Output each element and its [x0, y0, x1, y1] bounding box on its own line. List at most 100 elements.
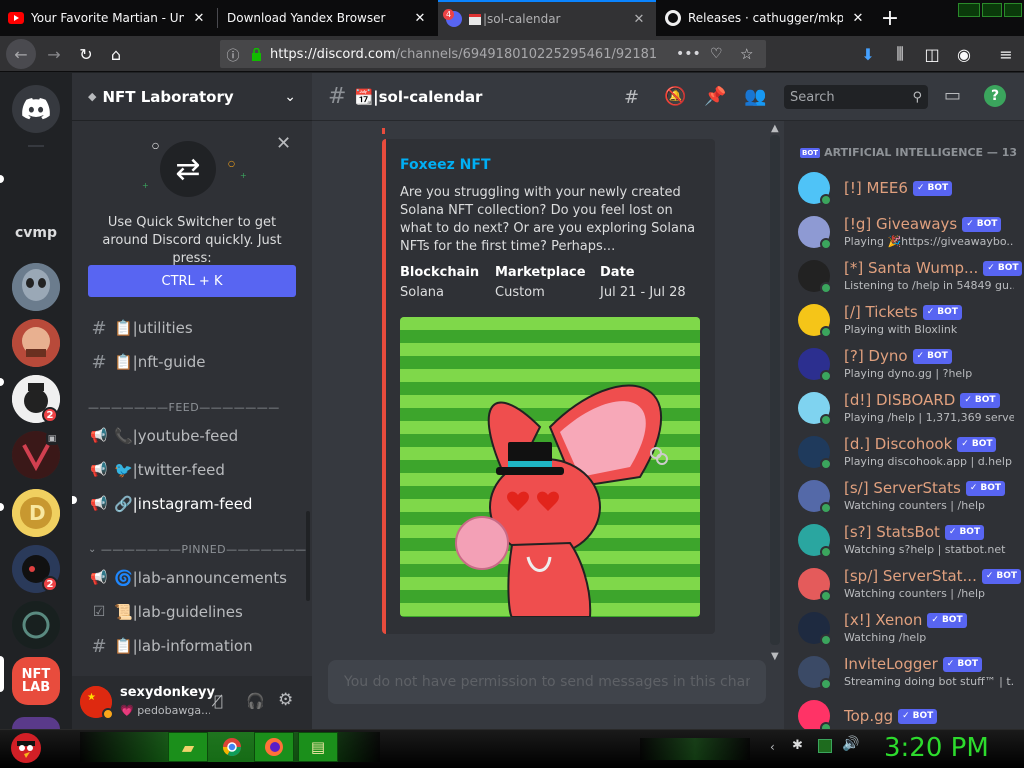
channel-label: 🌀|lab-announcements — [114, 569, 287, 587]
firefox-icon — [265, 738, 283, 756]
menu-icon[interactable]: ≡ — [992, 40, 1020, 68]
account-icon[interactable]: ◉ — [950, 40, 978, 68]
deafen-icon[interactable]: 🎧 — [246, 692, 265, 710]
threads-icon[interactable]: # — [624, 87, 639, 108]
channel-lab-guidelines[interactable]: ☑ 📜|lab-guidelines — [88, 598, 304, 626]
page-actions-icon[interactable]: ••• — [676, 46, 701, 62]
bot-badge-label: BOT — [976, 219, 998, 229]
taskbar-file-explorer[interactable]: ▰ — [168, 732, 208, 762]
server-header[interactable]: ◆ NFT Laboratory ⌄ — [72, 73, 312, 121]
guild-avatar-d[interactable]: D — [12, 489, 60, 537]
channel-lab-information[interactable]: # 📋|lab-information — [88, 632, 304, 660]
taskbar-firefox[interactable] — [254, 732, 294, 762]
channel-utilities[interactable]: # 📋|utilities — [88, 314, 304, 342]
close-icon[interactable]: ✕ — [411, 9, 429, 27]
close-icon[interactable]: ✕ — [849, 9, 867, 27]
taskbar-chrome[interactable] — [212, 732, 252, 762]
channel-twitter-feed[interactable]: 📢 🐦|twitter-feed — [88, 456, 304, 484]
volume-icon[interactable]: 🔊 — [842, 736, 859, 752]
channel-lab-announcements[interactable]: 📢 🌀|lab-announcements — [88, 564, 304, 592]
angry-bird-start-icon[interactable] — [8, 728, 44, 764]
browser-tab-discord[interactable]: 4 |sol-calendar ✕ — [438, 0, 656, 36]
pin-icon[interactable]: 📌 — [704, 86, 726, 107]
scroll-down-icon[interactable]: ▼ — [771, 652, 779, 662]
discord-home-icon[interactable] — [12, 85, 60, 133]
member-row[interactable]: [!g] Giveaways ✓ BOT Playing 🎉https://givea… — [798, 213, 1018, 257]
download-icon[interactable]: ⬇ — [854, 40, 882, 68]
member-row[interactable]: [sp/] ServerStat... ✓ BOT Watching counters… — [798, 565, 1022, 609]
library-icon[interactable]: ⫼ — [886, 40, 914, 68]
member-row[interactable]: [?] Dyno ✓ BOT Playing dyno.gg | ?help — [798, 345, 1018, 389]
back-arrow-icon[interactable]: ← — [6, 39, 36, 69]
mute-mic-icon[interactable]: 🎙̸ — [214, 692, 223, 710]
category-pinned[interactable]: ⌄ ———————PINNED——————— — [88, 540, 306, 558]
bookmark-star-icon[interactable]: ☆ — [740, 45, 753, 63]
member-name: [/] Tickets — [844, 303, 918, 321]
member-row[interactable]: [*] Santa Wump... ✓ BOT Listening to /help … — [798, 257, 1023, 301]
browser-tab-youtube[interactable]: Your Favorite Martian - Uno R ✕ — [0, 0, 216, 36]
network-icon[interactable] — [818, 739, 832, 753]
inbox-icon[interactable]: ▭ — [944, 85, 961, 106]
close-icon[interactable]: ✕ — [190, 9, 208, 27]
taskbar-notepad[interactable]: ▤ — [298, 732, 338, 762]
gear-icon[interactable]: ⚙ — [278, 690, 293, 710]
member-activity: Watching s?help | statbot.net — [844, 543, 1006, 556]
category-feed[interactable]: ⌄ ———————FEED——————— — [88, 398, 304, 416]
member-row[interactable]: Top.gg ✓ BOT — [798, 697, 1018, 729]
guild-cvmp[interactable]: cvmp — [12, 209, 60, 257]
bell-off-icon[interactable]: 🔕 — [664, 86, 686, 107]
message-input[interactable]: You do not have permission to send messa… — [328, 660, 766, 704]
clock[interactable]: 3:20 PM — [884, 733, 989, 763]
scroll-up-icon[interactable]: ▲ — [771, 124, 779, 134]
member-row[interactable]: [x!] Xenon ✓ BOT Watching /help — [798, 609, 1018, 653]
member-row[interactable]: [!] MEE6 ✓ BOT — [798, 169, 1018, 213]
idle-status-icon — [102, 708, 114, 720]
member-name-row: [d!] DISBOARD ✓ BOT — [844, 391, 1000, 409]
embed-image[interactable] — [400, 317, 700, 617]
search-input[interactable]: Search ⚲ — [784, 85, 928, 109]
verified-check-icon: ✓ — [961, 439, 969, 449]
channel-nft-guide[interactable]: # 📋|nft-guide — [88, 348, 304, 376]
guild-avatar-c[interactable] — [12, 601, 60, 649]
member-row[interactable]: [/] Tickets ✓ BOT Playing with Bloxlink — [798, 301, 1018, 345]
url-bar[interactable]: ⓘ https://discord.com /channels/69491801… — [220, 40, 766, 68]
channel-youtube-feed[interactable]: 📢 📞|youtube-feed — [88, 422, 304, 450]
forward-arrow-icon[interactable]: → — [40, 40, 68, 68]
member-row[interactable]: [s?] StatsBot ✓ BOT Watching s?help | statb… — [798, 521, 1018, 565]
maximize-button[interactable] — [982, 3, 1002, 17]
bluetooth-icon[interactable]: ✱ — [792, 738, 803, 753]
guild-avatar-face[interactable] — [12, 319, 60, 367]
channel-instagram-feed[interactable]: 📢 🔗|instagram-feed — [88, 490, 304, 518]
close-window-button[interactable] — [1004, 3, 1022, 17]
new-tab-button[interactable]: + — [876, 4, 904, 32]
chevron-down-icon: ⌄ — [88, 543, 97, 555]
home-icon[interactable]: ⌂ — [102, 40, 130, 68]
sidebar-icon[interactable]: ◫ — [918, 40, 946, 68]
minimize-button[interactable] — [958, 3, 980, 17]
member-name-row: InviteLogger ✓ BOT — [844, 655, 982, 673]
browser-tab-github[interactable]: Releases · cathugger/mkp224 ✕ — [657, 0, 875, 36]
member-row[interactable]: InviteLogger ✓ BOT Streaming doing bot stuf… — [798, 653, 1018, 697]
help-icon[interactable]: ? — [984, 85, 1006, 107]
channel-scrollbar[interactable] — [306, 511, 310, 601]
quick-switcher-text: Use Quick Switcher to get around Discord… — [102, 215, 282, 266]
guild-nft-lab[interactable]: NFT LAB — [12, 657, 60, 705]
quick-switcher-tip: ✕ ⇄ ○ ○ + + Use Quick Switcher to get ar… — [72, 121, 312, 311]
pocket-icon[interactable]: ♡ — [710, 46, 723, 62]
close-icon[interactable]: ✕ — [630, 10, 648, 28]
embed-author[interactable]: Foxeez NFT — [400, 157, 491, 173]
url-path: /channels/694918010225295461/92181 — [395, 46, 658, 62]
guild-avatar-alien[interactable] — [12, 263, 60, 311]
member-row[interactable]: [d.] Discohook ✓ BOT Playing discohook.app … — [798, 433, 1018, 477]
quick-switcher-button[interactable]: CTRL + K — [88, 265, 296, 297]
info-icon[interactable]: ⓘ — [220, 45, 246, 64]
member-name-row: [*] Santa Wump... ✓ BOT — [844, 259, 1023, 277]
member-list-icon[interactable]: 👥 — [744, 86, 766, 107]
reload-icon[interactable]: ↻ — [72, 40, 100, 68]
chat-scrollbar[interactable] — [770, 135, 780, 645]
close-icon[interactable]: ✕ — [276, 133, 291, 154]
member-row[interactable]: [d!] DISBOARD ✓ BOT Playing /help | 1,371,3… — [798, 389, 1018, 433]
browser-tab-yandex[interactable]: Download Yandex Browser ✕ — [219, 0, 437, 36]
show-hidden-icons[interactable]: ‹ — [770, 740, 775, 754]
member-row[interactable]: [s/] ServerStats ✓ BOT Watching counters | … — [798, 477, 1018, 521]
